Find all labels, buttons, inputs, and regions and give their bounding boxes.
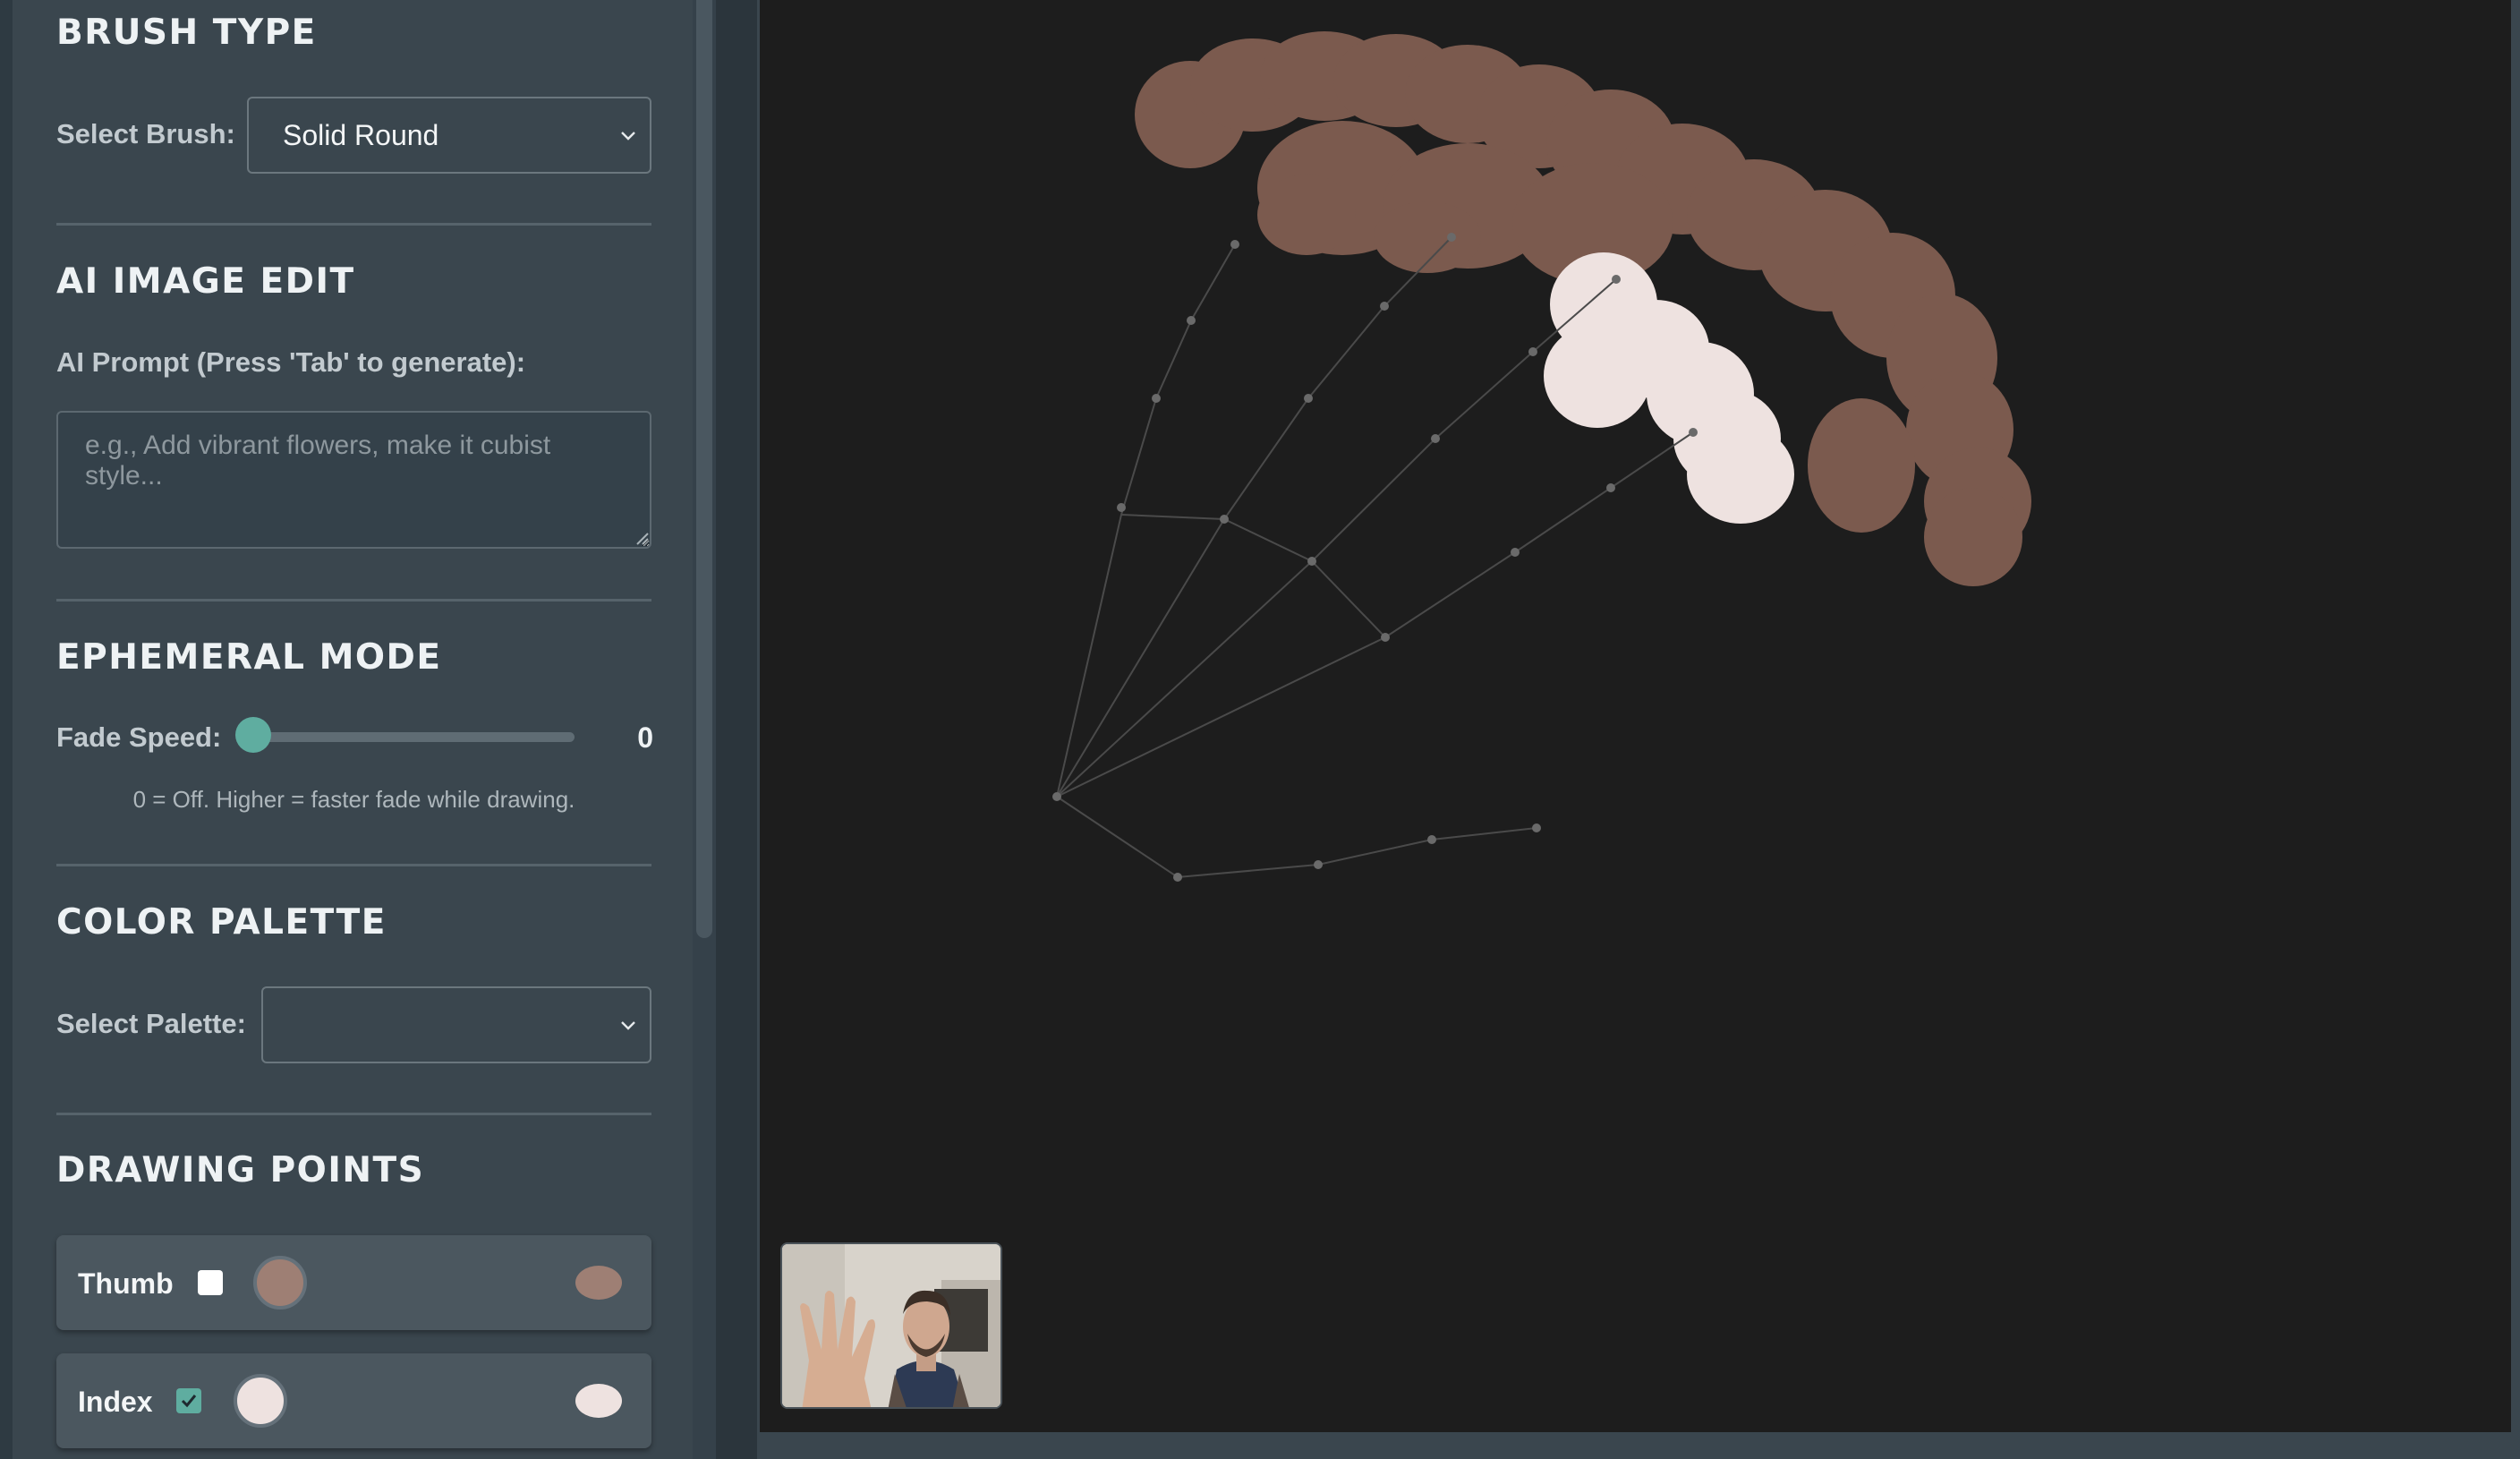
fade-speed-slider-track[interactable] bbox=[251, 732, 575, 742]
index-enable-checkbox[interactable] bbox=[176, 1388, 201, 1413]
brush-select-value: Solid Round bbox=[283, 119, 439, 151]
chevron-down-icon bbox=[621, 1021, 635, 1030]
sidebar: BRUSH TYPE Select Brush: Solid Round AI … bbox=[0, 0, 716, 1459]
section-divider bbox=[56, 599, 651, 602]
color-palette-heading: COLOR PALETTE bbox=[56, 902, 387, 943]
section-divider bbox=[56, 1113, 651, 1115]
fade-speed-label: Fade Speed: bbox=[56, 721, 222, 753]
drawing-strokes bbox=[1052, 31, 2031, 882]
ai-prompt-label: AI Prompt (Press 'Tab' to generate): bbox=[56, 346, 526, 378]
drawing-point-row-index: Index bbox=[56, 1353, 651, 1448]
brush-select[interactable]: Solid Round bbox=[247, 97, 651, 174]
resize-grip-icon[interactable] bbox=[634, 530, 650, 546]
section-divider bbox=[56, 864, 651, 866]
drawing-point-row-thumb: Thumb bbox=[56, 1235, 651, 1330]
checkmark-icon bbox=[181, 1395, 197, 1408]
ephemeral-mode-heading: EPHEMERAL MODE bbox=[56, 637, 442, 678]
webcam-feed-image bbox=[782, 1244, 1000, 1407]
section-divider bbox=[56, 223, 651, 226]
light-brush-stroke bbox=[1544, 252, 1794, 524]
drawing-point-name: Thumb bbox=[78, 1267, 174, 1300]
index-color-preview bbox=[575, 1384, 622, 1418]
canvas-border bbox=[2511, 0, 2520, 1459]
fade-speed-value: 0 bbox=[637, 721, 653, 754]
thumb-color-picker[interactable] bbox=[253, 1256, 307, 1310]
ai-prompt-input[interactable] bbox=[56, 411, 651, 549]
canvas-bottom-bar bbox=[757, 1432, 2520, 1459]
sidebar-scrollbar-thumb[interactable] bbox=[696, 0, 712, 938]
brush-type-heading: BRUSH TYPE bbox=[56, 13, 317, 53]
select-palette-label: Select Palette: bbox=[56, 1008, 246, 1039]
thumb-enable-checkbox[interactable] bbox=[198, 1270, 223, 1295]
drawing-points-heading: DRAWING POINTS bbox=[56, 1150, 425, 1190]
index-color-picker[interactable] bbox=[234, 1374, 287, 1428]
chevron-down-icon bbox=[621, 132, 635, 141]
ai-image-edit-heading: AI IMAGE EDIT bbox=[56, 261, 355, 302]
palette-select[interactable] bbox=[261, 986, 651, 1063]
fade-speed-hint: 0 = Off. Higher = faster fade while draw… bbox=[132, 786, 575, 813]
select-brush-label: Select Brush: bbox=[56, 118, 235, 149]
webcam-preview bbox=[780, 1242, 1002, 1409]
thumb-color-preview bbox=[575, 1266, 622, 1300]
fade-speed-slider-handle[interactable] bbox=[235, 717, 271, 753]
drawing-point-name: Index bbox=[78, 1386, 153, 1418]
